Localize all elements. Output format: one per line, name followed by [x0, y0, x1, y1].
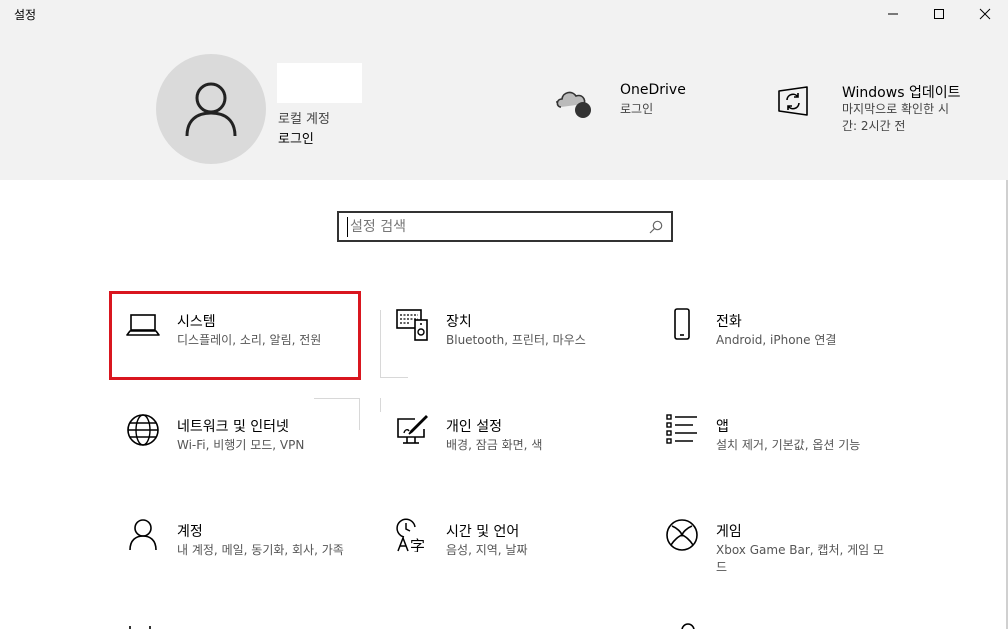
tile-title: 계정: [177, 524, 203, 540]
personalization-icon: [397, 415, 428, 444]
laptop-icon: [126, 314, 160, 336]
account-name-redacted: [277, 63, 362, 103]
tile-subtitle: 설치 제거, 기본값, 옵션 기능: [716, 438, 861, 452]
devices-icon: [396, 309, 428, 341]
tile-subtitle: Xbox Game Bar, 캡처, 게임 모드: [716, 543, 885, 574]
globe-icon: [127, 414, 159, 446]
tile-title: 장치: [446, 314, 472, 330]
person-icon: [129, 519, 157, 551]
tile-gaming[interactable]: 게임 Xbox Game Bar, 캡처, 게임 모드: [651, 504, 901, 590]
title-bar: 설정: [0, 0, 1008, 30]
minimize-button[interactable]: [870, 0, 916, 28]
tile-devices[interactable]: 장치 Bluetooth, 프린터, 마우스: [381, 294, 631, 380]
tile-title: 시스템: [177, 314, 216, 330]
close-button[interactable]: [962, 0, 1008, 28]
apps-list-icon: [666, 414, 697, 444]
tile-next-icon-partial: [680, 620, 696, 629]
tile-accounts[interactable]: 계정 내 계정, 메일, 동기화, 회사, 가족: [112, 504, 362, 590]
tile-subtitle: Bluetooth, 프린터, 마우스: [446, 333, 586, 347]
user-icon: [185, 82, 237, 137]
update-icon: [778, 86, 808, 116]
tile-network[interactable]: 네트워크 및 인터넷 Wi-Fi, 비행기 모드, VPN: [112, 399, 362, 485]
tile-subtitle: 배경, 잠금 화면, 색: [446, 438, 543, 452]
time-language-icon: 字: [396, 518, 425, 552]
avatar[interactable]: [156, 54, 266, 164]
tile-title: 게임: [716, 524, 742, 540]
tile-title: 개인 설정: [446, 419, 502, 435]
tile-system[interactable]: 시스템 디스플레이, 소리, 알림, 전원: [112, 294, 362, 380]
svg-text:字: 字: [410, 537, 425, 552]
cloud-icon: [556, 91, 591, 118]
account-type: 로컬 계정: [278, 112, 330, 127]
windows-update-subtitle: 마지막으로 확인한 시간: 2시간 전: [842, 102, 949, 133]
windows-update-title: Windows 업데이트: [842, 85, 961, 101]
maximize-icon: [934, 9, 944, 19]
tile-subtitle: 내 계정, 메일, 동기화, 회사, 가족: [177, 543, 344, 557]
maximize-button[interactable]: [916, 0, 962, 28]
tile-apps[interactable]: 앱 설치 제거, 기본값, 옵션 기능: [651, 399, 901, 485]
search-input[interactable]: [347, 217, 637, 237]
minimize-icon: [888, 13, 898, 15]
phone-icon: [674, 308, 690, 340]
account-header: 로컬 계정 로그인 OneDrive 로그인 Windows 업데이트 마지막으…: [0, 30, 1008, 180]
tile-subtitle: Android, iPhone 연결: [716, 333, 837, 347]
tile-title: 전화: [716, 314, 742, 330]
search-icon[interactable]: [649, 220, 663, 234]
tile-subtitle: Wi-Fi, 비행기 모드, VPN: [177, 438, 305, 452]
tile-title: 네트워크 및 인터넷: [177, 419, 289, 435]
tile-title: 시간 및 언어: [446, 524, 520, 540]
account-login-link[interactable]: 로그인: [278, 128, 314, 147]
tile-title: 앱: [716, 419, 729, 435]
onedrive-title: OneDrive: [620, 82, 686, 98]
tile-subtitle: 음성, 지역, 날짜: [446, 543, 528, 557]
tile-personalization[interactable]: 개인 설정 배경, 잠금 화면, 색: [381, 399, 631, 485]
settings-search[interactable]: [337, 211, 673, 242]
tile-next-icon-partial: [128, 620, 152, 629]
tile-subtitle: 디스플레이, 소리, 알림, 전원: [177, 333, 322, 347]
close-icon: [979, 8, 991, 20]
tile-time-language[interactable]: 字 시간 및 언어 음성, 지역, 날짜: [381, 504, 631, 590]
onedrive-subtitle: 로그인: [620, 102, 654, 116]
xbox-icon: [666, 519, 698, 551]
window-title: 설정: [14, 8, 37, 22]
tile-phone[interactable]: 전화 Android, iPhone 연결: [651, 294, 901, 380]
